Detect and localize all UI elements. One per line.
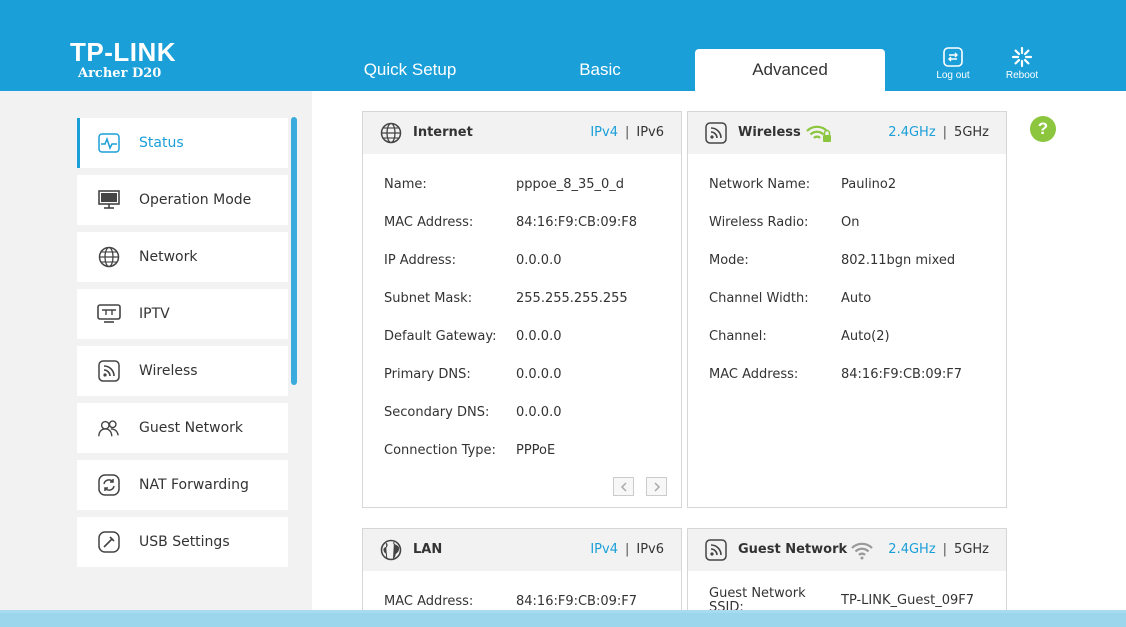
wifi-signal-icon [850,540,874,564]
panel-title: LAN [413,542,443,557]
sidebar-item-nat-forwarding[interactable]: NAT Forwarding [77,460,288,510]
sidebar-item-usb-settings[interactable]: USB Settings [77,517,288,567]
tab-basic[interactable]: Basic [530,49,670,91]
reboot-label: Reboot [1005,70,1039,81]
chevron-right-icon [653,481,660,492]
wifi-icon [705,122,727,144]
band-24ghz-toggle[interactable]: 2.4GHz [888,125,935,140]
ipv6-toggle[interactable]: IPv6 [636,542,664,557]
panel-title: Wireless [738,125,801,140]
wifi-icon [97,359,121,383]
brand-logo: TP-LINK [70,37,177,67]
tab-advanced[interactable]: Advanced [695,49,885,91]
panel-title: Guest Network [738,542,848,557]
main-content: Internet IPv4 | IPv6 Name: pppoe_8_35_0_d M… [312,91,1126,610]
chevron-left-icon [620,481,627,492]
reboot-icon [1011,46,1033,68]
sidebar-item-guest-network[interactable]: Guest Network [77,403,288,453]
band-switch: 2.4GHz | 5GHz [888,125,989,140]
globe-icon [97,245,121,269]
sidebar-item-label: NAT Forwarding [139,477,249,493]
sidebar-item-network[interactable]: Network [77,232,288,282]
next-page-button[interactable] [646,477,667,496]
sidebar-item-wireless[interactable]: Wireless [77,346,288,396]
sidebar-item-label: USB Settings [139,534,230,550]
wifi-locked-icon [805,123,833,147]
logout-icon [943,47,963,67]
guest-icon [97,416,121,440]
ipv4-toggle[interactable]: IPv4 [590,125,618,140]
wireless-panel: Wireless 2.4GHz | 5GHz Network Name: Paulin… [687,111,1007,508]
guest-network-panel: Guest Network 2.4GHz | 5GHz Guest Network … [687,528,1007,610]
monitor-icon [97,188,121,212]
sidebar-item-label: Status [139,135,184,151]
panel-title: Internet [413,125,473,140]
ip-version-switch: IPv4 | IPv6 [590,125,664,140]
band-24ghz-toggle[interactable]: 2.4GHz [888,542,935,557]
sidebar: Status Operation Mode Network IPTV Wirel… [0,91,312,610]
prev-page-button[interactable] [613,477,634,496]
footer-bar [0,610,1126,627]
sidebar-scrollbar[interactable] [291,117,297,385]
logout-button[interactable]: Log out [923,46,983,81]
logout-label: Log out [936,70,970,81]
globe-icon [380,122,402,144]
band-5ghz-toggle[interactable]: 5GHz [954,542,989,557]
internet-panel: Internet IPv4 | IPv6 Name: pppoe_8_35_0_d M… [362,111,682,508]
sidebar-item-label: Guest Network [139,420,244,436]
sidebar-item-status[interactable]: Status [77,118,288,168]
sidebar-item-label: IPTV [139,306,170,322]
wifi-icon [705,539,727,561]
band-switch: 2.4GHz | 5GHz [888,542,989,557]
model-name: Archer D20 [78,66,162,81]
top-header: TP-LINK Archer D20 Quick Setup Basic Adv… [0,0,1126,91]
band-5ghz-toggle[interactable]: 5GHz [954,125,989,140]
sidebar-item-label: Operation Mode [139,192,252,208]
ipv4-toggle[interactable]: IPv4 [590,542,618,557]
status-icon [97,131,121,155]
usb-icon [97,530,121,554]
refresh-icon [97,473,121,497]
tab-quick-setup[interactable]: Quick Setup [340,49,480,91]
sidebar-item-iptv[interactable]: IPTV [77,289,288,339]
sidebar-item-label: Wireless [139,363,198,379]
help-button[interactable]: ? [1030,116,1056,142]
globe-filled-icon [380,539,402,561]
reboot-button[interactable]: Reboot [992,46,1052,81]
ipv6-toggle[interactable]: IPv6 [636,125,664,140]
lan-panel: LAN IPv4 | IPv6 MAC Address: 84:16:F9:CB:09… [362,528,682,610]
tv-icon [97,302,121,326]
sidebar-item-operation-mode[interactable]: Operation Mode [77,175,288,225]
sidebar-item-label: Network [139,249,198,265]
ip-version-switch: IPv4 | IPv6 [590,542,664,557]
